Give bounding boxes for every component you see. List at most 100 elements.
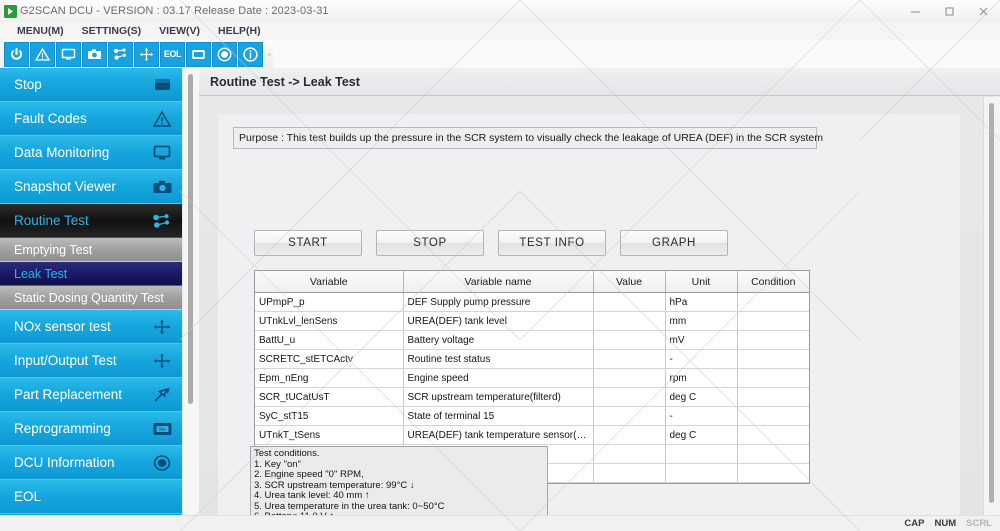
sidebar-item-stop[interactable]: Stop xyxy=(0,68,182,102)
cell-variable-name: Engine speed xyxy=(403,369,593,388)
cell-variable-name: Routine test status xyxy=(403,350,593,369)
routine-test-icon[interactable] xyxy=(108,42,133,67)
status-badge-num: NUM xyxy=(934,518,956,529)
breadcrumb: Routine Test -> Leak Test xyxy=(210,75,360,89)
graph-button[interactable]: GRAPH xyxy=(620,230,728,256)
menu-bar: MENU(M) SETTING(S) VIEW(V) HELP(H) xyxy=(0,22,1000,40)
column-header-condition: Condition xyxy=(737,271,809,293)
stop-button[interactable]: STOP xyxy=(376,230,484,256)
test-info-button[interactable]: TEST INFO xyxy=(498,230,606,256)
window-title: G2SCAN DCU - VERSION : 03.17 Release Dat… xyxy=(20,5,329,17)
toolbar-grip[interactable]: ▫ xyxy=(266,42,273,67)
cell-value xyxy=(593,407,665,426)
table-row[interactable]: BattU_u Battery voltage mV xyxy=(255,331,809,350)
menu-item-view[interactable]: VIEW(V) xyxy=(150,25,209,37)
cell-unit: deg C xyxy=(665,426,737,445)
menu-item-menu[interactable]: MENU(M) xyxy=(8,25,73,37)
sidebar-item-nox-sensor-test[interactable]: NOx sensor test xyxy=(0,310,182,344)
camera-icon xyxy=(150,176,174,198)
warning-triangle-icon xyxy=(150,108,174,130)
cell-unit: rpm xyxy=(665,369,737,388)
table-row[interactable]: UPmpP_p DEF Supply pump pressure hPa xyxy=(255,293,809,312)
sidebar-item-leak-test[interactable]: Leak Test xyxy=(0,262,182,286)
cell-variable: UPmpP_p xyxy=(255,293,403,312)
table-row[interactable]: UTnkT_tSens UREA(DEF) tank temperature s… xyxy=(255,426,809,445)
test-condition-line: 4. Urea tank level: 40 mm ↑ xyxy=(254,491,547,502)
sidebar-item-label: Emptying Test xyxy=(14,243,174,257)
column-header-variable: Variable xyxy=(255,271,403,293)
test-condition-line: 2. Engine speed "0" RPM, xyxy=(254,470,547,481)
eol-icon-label: EOL xyxy=(164,49,181,59)
table-row[interactable]: SyC_stT15 State of terminal 15 - xyxy=(255,407,809,426)
sidebar: Stop Fault Codes Data Monitoring xyxy=(0,68,182,531)
table-row[interactable]: UTnkLvl_lenSens UREA(DEF) tank level mm xyxy=(255,312,809,331)
table-row[interactable]: Epm_nEng Engine speed rpm xyxy=(255,369,809,388)
eol-icon[interactable]: EOL xyxy=(160,42,185,67)
green-arrow-logo-icon xyxy=(0,0,20,22)
column-header-unit: Unit xyxy=(665,271,737,293)
input-output-icon[interactable] xyxy=(134,42,159,67)
cell-condition xyxy=(737,445,809,464)
sidebar-item-reprogramming[interactable]: Reprogramming Re xyxy=(0,412,182,446)
content-scrollbar[interactable] xyxy=(983,97,1000,531)
svg-text:Re: Re xyxy=(159,427,166,433)
cell-unit: - xyxy=(665,407,737,426)
cell-condition xyxy=(737,312,809,331)
sidebar-scrollbar-thumb[interactable] xyxy=(188,74,193,404)
close-icon[interactable] xyxy=(966,0,1000,22)
sidebar-item-dcu-information[interactable]: DCU Information xyxy=(0,446,182,480)
sidebar-item-emptying-test[interactable]: Emptying Test xyxy=(0,238,182,262)
menu-item-setting[interactable]: SETTING(S) xyxy=(73,25,151,37)
routine-test-icon xyxy=(150,210,174,232)
cell-variable-name: UREA(DEF) tank level xyxy=(403,312,593,331)
sidebar-item-data-monitoring[interactable]: Data Monitoring xyxy=(0,136,182,170)
sidebar-scrollbar[interactable] xyxy=(182,68,200,531)
content-scrollbar-thumb[interactable] xyxy=(989,103,994,503)
sidebar-item-static-dosing-quantity-test[interactable]: Static Dosing Quantity Test xyxy=(0,286,182,310)
toolbar: EOL ▫ xyxy=(0,40,1000,69)
minimize-icon[interactable] xyxy=(898,0,932,22)
sidebar-item-label: Stop xyxy=(14,77,150,92)
camera-icon[interactable] xyxy=(82,42,107,67)
cell-condition xyxy=(737,407,809,426)
status-bar: CAP NUM SCRL xyxy=(0,515,1000,531)
test-conditions-box: Test conditions. 1. Key "on" 2. Engine s… xyxy=(250,446,548,524)
monitor-icon[interactable] xyxy=(56,42,81,67)
sidebar-item-fault-codes[interactable]: Fault Codes xyxy=(0,102,182,136)
warning-triangle-icon[interactable] xyxy=(30,42,55,67)
sidebar-item-part-replacement[interactable]: Part Replacement xyxy=(0,378,182,412)
action-button-row: START STOP TEST INFO GRAPH xyxy=(254,230,742,256)
cell-variable-name: State of terminal 15 xyxy=(403,407,593,426)
sidebar-item-routine-test[interactable]: Routine Test xyxy=(0,204,182,238)
sidebar-item-eol[interactable]: EOL xyxy=(0,480,182,514)
cell-variable: SyC_stT15 xyxy=(255,407,403,426)
power-icon[interactable] xyxy=(4,42,29,67)
cell-variable-name: SCR upstream temperature(filterd) xyxy=(403,388,593,407)
title-bar: G2SCAN DCU - VERSION : 03.17 Release Dat… xyxy=(0,0,1000,23)
sidebar-item-label: DCU Information xyxy=(14,455,150,470)
leak-test-panel: Purpose : This test builds up the pressu… xyxy=(218,114,960,531)
sidebar-item-snapshot-viewer[interactable]: Snapshot Viewer xyxy=(0,170,182,204)
menu-item-help[interactable]: HELP(H) xyxy=(209,25,270,37)
cell-value xyxy=(593,464,665,483)
cell-condition xyxy=(737,388,809,407)
cell-condition xyxy=(737,331,809,350)
cell-unit: - xyxy=(665,350,737,369)
start-button[interactable]: START xyxy=(254,230,362,256)
sidebar-item-input-output-test[interactable]: Input/Output Test xyxy=(0,344,182,378)
reprogramming-icon: Re xyxy=(150,418,174,440)
table-row[interactable]: SCRETC_stETCActv Routine test status - xyxy=(255,350,809,369)
sidebar-item-label: Fault Codes xyxy=(14,111,150,126)
maximize-icon[interactable] xyxy=(932,0,966,22)
sidebar-item-label: Routine Test xyxy=(14,213,150,228)
sidebar-item-label: Snapshot Viewer xyxy=(14,179,150,194)
dcu-information-icon[interactable] xyxy=(212,42,237,67)
table-row[interactable]: SCR_tUCatUsT SCR upstream temperature(fi… xyxy=(255,388,809,407)
sidebar-item-label: Part Replacement xyxy=(14,387,150,402)
sidebar-item-label: Reprogramming xyxy=(14,421,150,436)
info-icon[interactable] xyxy=(238,42,263,67)
cell-variable-name: DEF Supply pump pressure xyxy=(403,293,593,312)
sidebar-item-label: NOx sensor test xyxy=(14,319,150,334)
sidebar-item-label: Input/Output Test xyxy=(14,353,150,368)
reprogramming-icon[interactable] xyxy=(186,42,211,67)
